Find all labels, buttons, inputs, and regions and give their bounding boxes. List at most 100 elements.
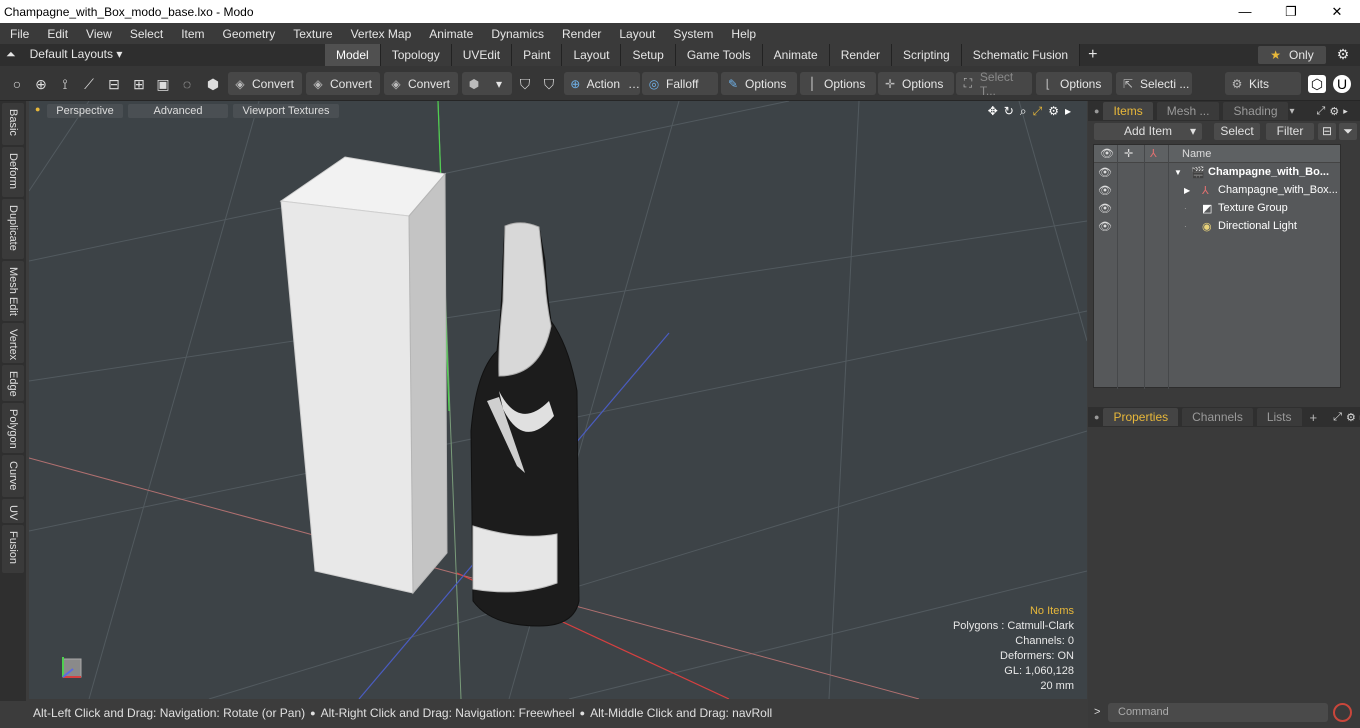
panel-settings-icon[interactable]: ⚙ bbox=[1346, 411, 1356, 424]
viewport-more-icon[interactable]: ▸ bbox=[1065, 104, 1071, 119]
chevron-down-icon[interactable]: ▾ bbox=[1290, 106, 1295, 117]
selection-button[interactable]: ⇱ Selecti ... bbox=[1116, 72, 1192, 95]
tab-model[interactable]: Model bbox=[325, 44, 381, 66]
gear-icon[interactable]: ⚙ bbox=[1334, 46, 1352, 64]
vertex-icon[interactable]: ⟟ bbox=[56, 75, 74, 93]
tab-basic[interactable]: Basic bbox=[2, 103, 24, 145]
panel-settings-icon[interactable]: ⚙ bbox=[1329, 105, 1339, 118]
viewport-textures-button[interactable]: Viewport Textures bbox=[233, 104, 339, 118]
menu-file[interactable]: File bbox=[0, 27, 37, 41]
menu-system[interactable]: System bbox=[663, 27, 721, 41]
filter-button[interactable]: Filter bbox=[1266, 123, 1314, 140]
visibility-column-icon[interactable]: 👁 bbox=[1100, 147, 1114, 160]
close-button[interactable]: ✕ bbox=[1314, 0, 1360, 23]
tab-uv[interactable]: UV bbox=[2, 499, 24, 523]
list-item[interactable]: 👁 ▼ 🎬 Champagne_with_Bo... bbox=[1094, 163, 1340, 181]
panel-menu-icon[interactable]: ● bbox=[1094, 106, 1099, 116]
expand-panel-icon[interactable]: ⤢ bbox=[1317, 105, 1326, 118]
panel-menu-icon[interactable]: ● bbox=[1094, 412, 1099, 422]
menu-item[interactable]: Item bbox=[171, 27, 212, 41]
tab-polygon[interactable]: Polygon bbox=[2, 403, 24, 453]
panel-more-icon[interactable]: ▸ bbox=[1343, 106, 1348, 117]
tab-shading[interactable]: Shading bbox=[1223, 102, 1288, 120]
options-button-1[interactable]: ✎ Options bbox=[721, 72, 797, 95]
pan-icon[interactable]: ✥ bbox=[988, 104, 998, 119]
tab-game-tools[interactable]: Game Tools bbox=[675, 44, 763, 66]
options-button-3[interactable]: ✛ Options bbox=[878, 72, 954, 95]
only-button[interactable]: ★ Only bbox=[1258, 46, 1326, 64]
eye-icon[interactable]: 👁 bbox=[1098, 202, 1112, 215]
tab-deform[interactable]: Deform bbox=[2, 147, 24, 197]
minimize-button[interactable]: — bbox=[1222, 0, 1268, 23]
list-item[interactable]: 👁 · ◩ Texture Group bbox=[1094, 199, 1340, 217]
viewport-settings-icon[interactable]: ⚙ bbox=[1048, 104, 1059, 119]
unreal-icon[interactable]: U bbox=[1333, 75, 1351, 93]
menu-texture[interactable]: Texture bbox=[283, 27, 340, 41]
tab-scripting[interactable]: Scripting bbox=[892, 44, 962, 66]
menu-dynamics[interactable]: Dynamics bbox=[481, 27, 552, 41]
add-tab-icon[interactable]: + bbox=[1310, 410, 1318, 425]
shield-icon[interactable]: ⛉ bbox=[516, 75, 534, 93]
convert-button-3[interactable]: ◈ Convert bbox=[384, 72, 458, 95]
tab-setup[interactable]: Setup bbox=[621, 44, 676, 66]
menu-view[interactable]: View bbox=[76, 27, 120, 41]
select-through-button[interactable]: ⛶ Select T... bbox=[956, 70, 1032, 98]
tab-lists[interactable]: Lists bbox=[1256, 408, 1302, 426]
eye-icon[interactable]: 👁 bbox=[1098, 166, 1112, 179]
funnel-icon[interactable]: ⏷ bbox=[1339, 123, 1357, 140]
material-icon[interactable]: ▣ bbox=[154, 75, 172, 93]
options-button-4[interactable]: ⌊ Options bbox=[1036, 72, 1112, 95]
polygon-icon[interactable]: ⊟ bbox=[105, 75, 123, 93]
shield-alt-icon[interactable]: ⛉ bbox=[540, 75, 558, 93]
edge-icon[interactable]: ⟋ bbox=[80, 75, 98, 93]
menu-help[interactable]: Help bbox=[721, 27, 764, 41]
eye-icon[interactable]: 👁 bbox=[1098, 184, 1112, 197]
circle-select-icon[interactable]: ○ bbox=[8, 75, 26, 93]
tab-schematic-fusion[interactable]: Schematic Fusion bbox=[961, 44, 1081, 66]
tab-edge[interactable]: Edge bbox=[2, 365, 24, 401]
collapse-icon[interactable]: ⏶ bbox=[6, 47, 16, 61]
menu-render[interactable]: Render bbox=[552, 27, 609, 41]
tab-mesh-edit[interactable]: Mesh Edit bbox=[2, 261, 24, 321]
perspective-button[interactable]: Perspective bbox=[47, 104, 123, 118]
tab-properties[interactable]: Properties bbox=[1103, 408, 1179, 426]
tab-layout[interactable]: Layout bbox=[562, 44, 622, 66]
action-center-button[interactable]: ⊕ Action… bbox=[564, 72, 640, 95]
tab-duplicate[interactable]: Duplicate bbox=[2, 199, 24, 259]
list-item[interactable]: 👁 ▶ ⅄ Champagne_with_Box... bbox=[1094, 181, 1340, 199]
name-column-header[interactable]: Name bbox=[1182, 148, 1211, 160]
tab-curve[interactable]: Curve bbox=[2, 455, 24, 497]
advanced-button[interactable]: Advanced bbox=[128, 104, 228, 118]
expand-panel-icon[interactable]: ⤢ bbox=[1333, 411, 1342, 424]
unity-icon[interactable]: ⬡ bbox=[1308, 75, 1326, 93]
tab-animate[interactable]: Animate bbox=[762, 44, 830, 66]
tab-paint[interactable]: Paint bbox=[512, 44, 563, 66]
maximize-viewport-icon[interactable]: ⤢ bbox=[1033, 104, 1043, 119]
record-icon[interactable] bbox=[1333, 703, 1352, 722]
menu-select[interactable]: Select bbox=[120, 27, 171, 41]
globe-icon[interactable]: ⊕ bbox=[32, 75, 50, 93]
cube-icon[interactable]: ⬢ bbox=[204, 75, 222, 93]
tab-render[interactable]: Render bbox=[829, 44, 893, 66]
add-item-button[interactable]: Add Item ▾ bbox=[1094, 123, 1202, 140]
expand-arrow-icon[interactable]: ▶ bbox=[1184, 186, 1190, 195]
tab-items[interactable]: Items bbox=[1103, 102, 1153, 120]
menu-geometry[interactable]: Geometry bbox=[213, 27, 284, 41]
champagne-bottle[interactable] bbox=[470, 222, 580, 627]
tab-vertex[interactable]: Vertex bbox=[2, 323, 24, 363]
collapse-all-icon[interactable]: ⊟ bbox=[1318, 123, 1336, 140]
menu-layout[interactable]: Layout bbox=[609, 27, 663, 41]
menu-edit[interactable]: Edit bbox=[37, 27, 76, 41]
type-column-icon[interactable]: ⅄ bbox=[1150, 147, 1157, 160]
tab-topology[interactable]: Topology bbox=[380, 44, 452, 66]
eye-icon[interactable]: 👁 bbox=[1098, 220, 1112, 233]
tab-mesh[interactable]: Mesh ... bbox=[1156, 102, 1220, 120]
item-icon[interactable]: ⊞ bbox=[130, 75, 148, 93]
tab-uvedit[interactable]: UVEdit bbox=[451, 44, 513, 66]
menu-vertex-map[interactable]: Vertex Map bbox=[341, 27, 420, 41]
default-layouts-dropdown[interactable]: ⏶ Default Layouts ▾ bbox=[6, 47, 122, 62]
convert-button-1[interactable]: ◈ Convert bbox=[228, 72, 302, 95]
command-input[interactable]: Command bbox=[1108, 703, 1328, 722]
options-button-2[interactable]: ⎮ Options bbox=[800, 72, 876, 95]
falloff-button[interactable]: ◎ Falloff bbox=[642, 72, 718, 95]
